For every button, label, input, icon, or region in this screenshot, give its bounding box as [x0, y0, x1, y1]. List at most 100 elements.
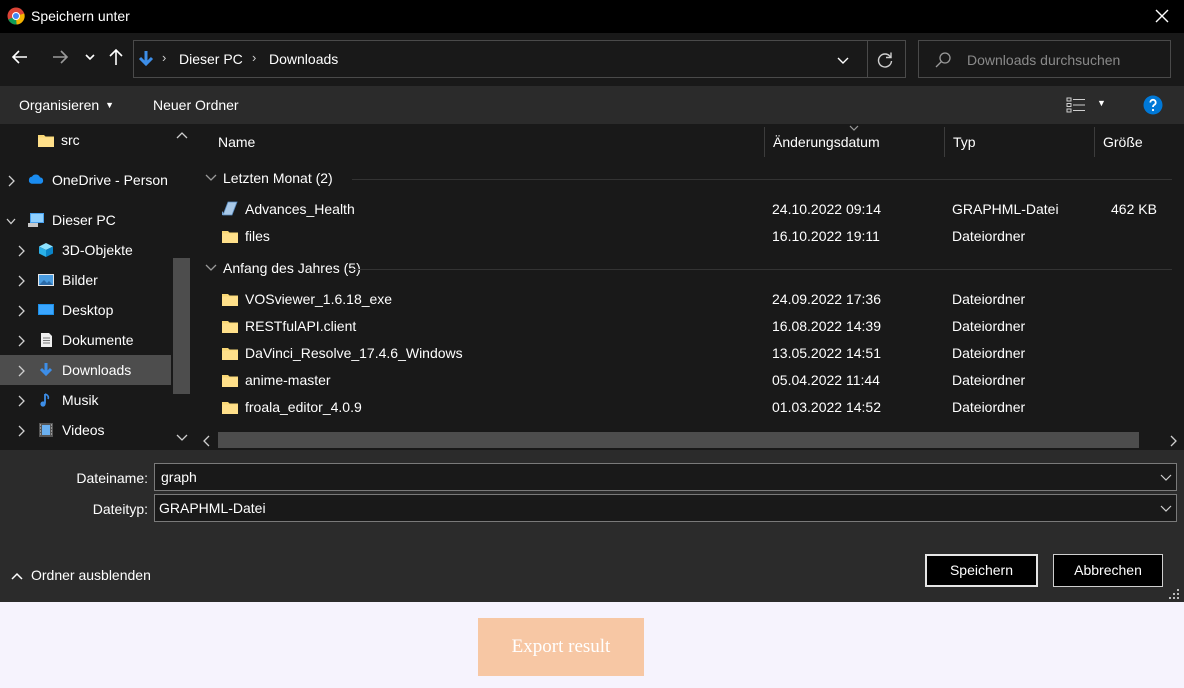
- file-name: VOSviewer_1.6.18_exe: [245, 291, 393, 307]
- help-icon[interactable]: [1143, 95, 1163, 115]
- back-arrow-icon[interactable]: [10, 47, 30, 67]
- file-row[interactable]: files 16.10.2022 19:11 Dateiordner: [197, 223, 1184, 250]
- column-header-name[interactable]: Name: [210, 124, 765, 162]
- column-size-label: Größe: [1103, 134, 1143, 150]
- tree-item-bilder[interactable]: Bilder: [0, 265, 171, 295]
- cancel-button[interactable]: Abbrechen: [1053, 554, 1163, 587]
- file-type: Dateiordner: [952, 399, 1026, 415]
- scrollbar-thumb[interactable]: [218, 432, 1139, 448]
- organize-menu-button[interactable]: Organisieren ▼: [19, 97, 114, 113]
- file-type: GRAPHML-Datei: [952, 201, 1059, 217]
- close-icon[interactable]: [1150, 4, 1174, 28]
- file-name: Advances_Health: [245, 201, 355, 217]
- tree-item-desktop[interactable]: Desktop: [0, 295, 171, 325]
- file-size: 462 KB: [1111, 201, 1157, 217]
- new-folder-button[interactable]: Neuer Ordner: [153, 97, 239, 113]
- file-modified-date: 16.08.2022 14:39: [772, 318, 881, 334]
- recent-locations-chevron-icon[interactable]: [83, 47, 97, 67]
- column-date-label: Änderungsdatum: [773, 134, 880, 150]
- file-group-header[interactable]: Anfang des Jahres (5): [197, 257, 1184, 281]
- chevron-right-icon[interactable]: [16, 334, 26, 347]
- file-row[interactable]: Advances_Health 24.10.2022 09:14 GRAPHML-D…: [197, 196, 1184, 223]
- address-history-chevron-icon[interactable]: [834, 51, 852, 69]
- save-button[interactable]: Speichern: [925, 554, 1038, 587]
- chevron-down-icon[interactable]: [1160, 472, 1172, 482]
- tree-item-downloads[interactable]: Downloads: [0, 355, 171, 385]
- file-type: Dateiordner: [952, 318, 1026, 334]
- chevron-right-icon[interactable]: [16, 274, 26, 287]
- resize-grip-icon[interactable]: [1168, 588, 1180, 600]
- downloads-icon: [37, 362, 55, 378]
- search-input[interactable]: [967, 50, 1162, 70]
- file-list-horizontal-scrollbar[interactable]: [197, 430, 1184, 450]
- up-arrow-icon[interactable]: [106, 47, 126, 67]
- chevron-right-icon[interactable]: [16, 394, 26, 407]
- chevron-right-icon[interactable]: [16, 424, 26, 437]
- file-row[interactable]: VOSviewer_1.6.18_exe 24.09.2022 17:36 Date…: [197, 286, 1184, 313]
- tree-item-src[interactable]: src: [0, 125, 171, 155]
- chevron-down-icon[interactable]: [1160, 503, 1172, 513]
- file-type: Dateiordner: [952, 291, 1026, 307]
- documents-icon: [37, 332, 55, 348]
- chevron-up-icon: [11, 572, 23, 580]
- tree-item-musik[interactable]: Musik: [0, 385, 171, 415]
- chevron-right-icon[interactable]: [16, 244, 26, 257]
- tree-item-dokumente[interactable]: Dokumente: [0, 325, 171, 355]
- file-row[interactable]: RESTfulAPI.client 16.08.2022 14:39 Dateior…: [197, 313, 1184, 340]
- chevron-down-icon[interactable]: [205, 263, 217, 273]
- tree-item-label: Dokumente: [62, 332, 134, 348]
- breadcrumb-this-pc[interactable]: Dieser PC: [179, 51, 243, 67]
- file-row[interactable]: froala_editor_4.0.9 01.03.2022 14:52 Datei…: [197, 394, 1184, 421]
- filetype-label: Dateityp:: [92, 501, 148, 517]
- chevron-right-icon[interactable]: [16, 364, 26, 377]
- file-type: Dateiordner: [952, 228, 1026, 244]
- scroll-up-icon[interactable]: [176, 130, 188, 140]
- column-name-label: Name: [218, 134, 256, 150]
- file-group-header[interactable]: Letzten Monat (2): [197, 167, 1184, 191]
- folder-icon: [221, 399, 239, 415]
- this-pc-icon: [27, 212, 45, 228]
- scroll-right-icon[interactable]: [1168, 435, 1178, 447]
- scrollbar-thumb[interactable]: [173, 258, 190, 394]
- tree-item-dieser-pc[interactable]: Dieser PC: [0, 205, 171, 235]
- chevron-right-icon[interactable]: [6, 174, 16, 187]
- tree-item-label: OneDrive - Person: [52, 172, 168, 188]
- filetype-value: GRAPHML-Datei: [159, 500, 266, 516]
- navigation-vertical-scrollbar[interactable]: [171, 124, 192, 450]
- scroll-down-icon[interactable]: [176, 433, 188, 443]
- forward-arrow-icon[interactable]: [50, 47, 70, 67]
- tree-item-onedrive-person[interactable]: OneDrive - Person: [0, 165, 171, 195]
- onedrive-cloud-icon: [27, 172, 45, 188]
- navigation-pane: src OneDrive - Person Dieser PC 3D-Objekte B…: [0, 124, 192, 450]
- file-name: DaVinci_Resolve_17.4.6_Windows: [245, 345, 463, 361]
- view-options-caret-icon[interactable]: ▼: [1097, 98, 1106, 108]
- filename-label: Dateiname:: [76, 470, 148, 486]
- export-result-button[interactable]: Export result: [478, 618, 644, 676]
- tree-item-3d-objekte[interactable]: 3D-Objekte: [0, 235, 171, 265]
- folder-icon: [221, 372, 239, 388]
- address-bar[interactable]: › Dieser PC › Downloads: [133, 40, 906, 78]
- filename-combobox[interactable]: [154, 463, 1177, 491]
- column-header-size[interactable]: Größe: [1095, 124, 1184, 162]
- chevron-down-icon[interactable]: [205, 173, 217, 183]
- search-box[interactable]: [918, 40, 1171, 78]
- chevron-down-icon[interactable]: [6, 214, 16, 226]
- breadcrumb-downloads[interactable]: Downloads: [269, 51, 338, 67]
- file-row[interactable]: DaVinci_Resolve_17.4.6_Windows 13.05.2022…: [197, 340, 1184, 367]
- filename-input[interactable]: [161, 468, 1151, 486]
- filetype-select[interactable]: GRAPHML-Datei: [154, 494, 1177, 522]
- column-header-date[interactable]: Änderungsdatum: [765, 124, 945, 162]
- view-details-icon[interactable]: [1066, 97, 1086, 113]
- tree-item-label: Musik: [62, 392, 99, 408]
- tree-item-label: Dieser PC: [52, 212, 116, 228]
- breadcrumb-separator-icon: ›: [252, 50, 257, 65]
- file-name: files: [245, 228, 270, 244]
- scroll-left-icon[interactable]: [202, 435, 212, 447]
- column-header-type[interactable]: Typ: [945, 124, 1095, 162]
- tree-item-videos[interactable]: Videos: [0, 415, 171, 445]
- refresh-icon[interactable]: [875, 50, 895, 70]
- file-modified-date: 24.10.2022 09:14: [772, 201, 881, 217]
- file-row[interactable]: anime-master 05.04.2022 11:44 Dateiordner: [197, 367, 1184, 394]
- chevron-right-icon[interactable]: [16, 304, 26, 317]
- window-title: Speichern unter: [31, 8, 130, 24]
